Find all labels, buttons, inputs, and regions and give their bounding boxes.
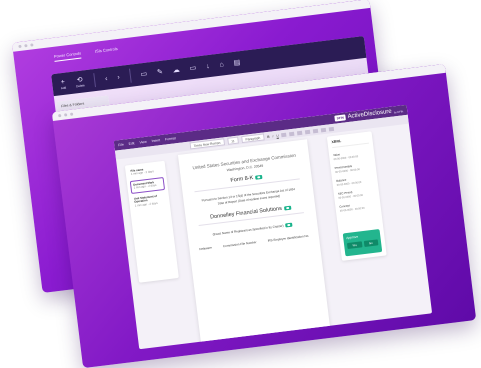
menu-edit[interactable]: Edit [128,141,134,146]
approve-no-button[interactable]: No [363,239,379,248]
page-icon: ▭ [140,70,148,79]
front-app-window: File Edit View Insert Format DFIN Active… [51,63,477,368]
window-dot [69,112,74,116]
tab-isis-controls[interactable]: ISIs Controls [95,46,119,57]
logo-mark: DFIN [334,114,347,122]
delete-button[interactable]: ⟲ Delete [75,75,85,89]
table-icon[interactable] [321,127,327,132]
link-tag-icon[interactable] [254,174,263,180]
cloud-button[interactable]: ☁ [172,66,180,75]
cloud-icon: ☁ [172,66,181,75]
link-tag-icon[interactable] [283,205,291,211]
xbrl-panel: XBRL Value 00-00-0000 · 00:00:00 Period D… [326,131,387,261]
align-right-icon[interactable] [297,130,303,135]
chevron-left-icon: ‹ [104,75,108,83]
doc-irs-number: IRS Employer Identification No. [267,233,310,243]
add-button[interactable]: + Add [60,78,66,89]
document-page[interactable]: United States Securities and Exchange Co… [177,139,331,344]
menu-format[interactable]: Format [165,136,176,141]
file-list-item[interactable]: Unit Statement of Operation 1 min ago · … [132,192,168,210]
menu-view[interactable]: View [139,140,147,145]
download-button[interactable]: ↓ [206,62,210,69]
doc-commission-file: Commission File Number [222,240,257,249]
forward-button[interactable]: › [117,74,120,81]
italic-icon[interactable]: I [272,134,273,138]
xbrl-title: XBRL [331,135,369,149]
logo-by: by DFIN [393,110,404,115]
link-tag-icon[interactable] [285,222,293,228]
underline-icon[interactable]: U [276,133,279,137]
back-tab-bar: Power Controls ISIs Controls [53,46,119,62]
style-select[interactable]: Paragraph [241,133,265,144]
approve-box: Approve Yes No [342,229,383,257]
edit-button[interactable]: ✎ [157,68,164,77]
toolbar-divider [128,68,132,83]
window-dot [58,113,62,118]
pencil-icon: ✎ [156,68,164,77]
print-button[interactable]: ▤ [233,58,241,67]
menu-insert[interactable]: Insert [151,138,160,143]
lock-button[interactable]: ⌂ [219,61,224,68]
font-select[interactable]: Times New Roman [189,138,225,150]
bold-icon[interactable]: B [267,134,270,138]
window-dot [64,113,68,117]
window-dot [30,43,34,47]
file-list-panel: File name 1 min ago · 2 days Document Ma… [124,160,179,283]
approve-yes-button[interactable]: Yes [346,241,363,250]
xbrl-item[interactable]: Balance 00-00-0000 · 00:00:00 [336,174,374,187]
xbrl-item[interactable]: Concept 00-00-0000 · 00:00:00 [339,200,377,212]
doc-state: Delaware [198,245,213,252]
activedisclosure-app: File Edit View Insert Format DFIN Active… [113,104,433,350]
window-dot [18,44,22,49]
menu-file[interactable]: File [118,143,124,148]
tab-power-controls[interactable]: Power Controls [53,50,82,62]
window-dot [24,44,28,48]
xbrl-item[interactable]: Value 00-00-0000 · 00:00:00 [333,149,371,161]
align-center-icon[interactable] [289,131,295,136]
chevron-right-icon: › [116,73,121,81]
monitor-icon: ▭ [189,64,197,73]
xbrl-item[interactable]: SEC Period 00-00-0000 · 00:00:00 [338,187,376,200]
list-icon[interactable] [313,128,319,133]
toolbar-divider [93,73,97,88]
align-left-icon[interactable] [281,132,287,137]
image-icon[interactable] [328,126,335,131]
download-icon: ↓ [205,62,211,70]
back-button[interactable]: ‹ [105,75,108,82]
lock-icon: ⌂ [219,60,225,69]
monitor-button[interactable]: ▭ [189,64,197,73]
justify-icon[interactable] [305,129,311,134]
size-select[interactable]: 11 [226,136,239,145]
xbrl-item[interactable]: Period Details 00-00-0000 · 00:00:00 [334,162,372,174]
printer-icon: ▤ [233,59,241,67]
edit-page-button[interactable]: ▭ [140,70,148,79]
